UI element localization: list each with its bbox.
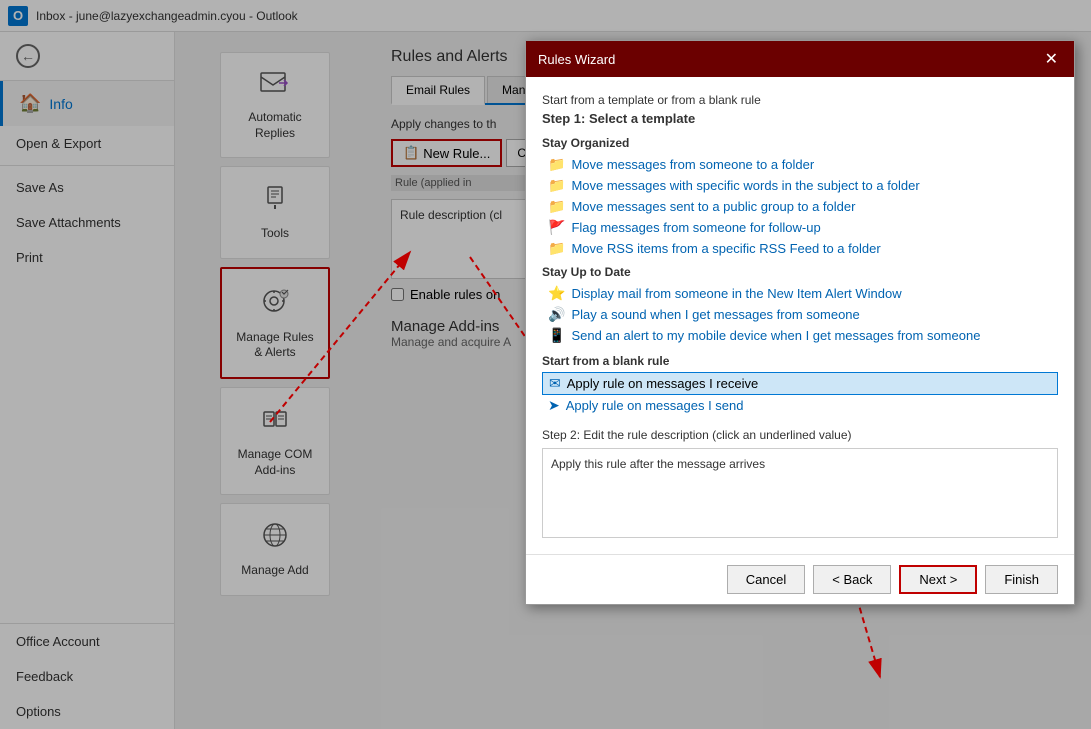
stay-uptodate-title: Stay Up to Date	[542, 265, 1058, 279]
template-item-text-0-2: Move messages sent to a public group to …	[571, 199, 855, 214]
template-item-text-1-1: Play a sound when I get messages from so…	[571, 307, 859, 322]
template-item-1-0[interactable]: ⭐ Display mail from someone in the New I…	[542, 283, 1058, 304]
finish-button[interactable]: Finish	[985, 565, 1058, 594]
template-item-text-0-3: Flag messages from someone for follow-up	[571, 220, 820, 235]
template-item-0-3[interactable]: 🚩 Flag messages from someone for follow-…	[542, 217, 1058, 238]
wizard-body: Start from a template or from a blank ru…	[526, 77, 1074, 554]
template-item-text-1-0: Display mail from someone in the New Ite…	[571, 286, 901, 301]
template-item-0-0[interactable]: 📁 Move messages from someone to a folder	[542, 154, 1058, 175]
stay-uptodate-section: Stay Up to Date ⭐ Display mail from some…	[542, 265, 1058, 346]
star-icon: ⭐	[548, 285, 565, 302]
template-item-2-0[interactable]: ✉ Apply rule on messages I receive	[542, 372, 1058, 395]
template-item-text-2-1: Apply rule on messages I send	[566, 398, 744, 413]
stay-organized-title: Stay Organized	[542, 136, 1058, 150]
rules-wizard-dialog: Rules Wizard ✕ Start from a template or …	[525, 40, 1075, 605]
template-item-text-0-4: Move RSS items from a specific RSS Feed …	[571, 241, 880, 256]
template-item-0-1[interactable]: 📁 Move messages with specific words in t…	[542, 175, 1058, 196]
envelope-icon: ✉	[549, 375, 561, 392]
blank-rule-title: Start from a blank rule	[542, 354, 1058, 368]
stay-organized-section: Stay Organized 📁 Move messages from some…	[542, 136, 1058, 259]
wizard-title: Rules Wizard	[538, 52, 615, 67]
flag-icon: 🚩	[548, 219, 565, 236]
send-icon: ➤	[548, 397, 560, 414]
template-item-1-2[interactable]: 📱 Send an alert to my mobile device when…	[542, 325, 1058, 346]
folder-icon-2: 📁	[548, 198, 565, 215]
template-item-0-2[interactable]: 📁 Move messages sent to a public group t…	[542, 196, 1058, 217]
next-button[interactable]: Next >	[899, 565, 977, 594]
sound-icon: 🔊	[548, 306, 565, 323]
template-item-text-0-0: Move messages from someone to a folder	[571, 157, 814, 172]
template-item-2-1[interactable]: ➤ Apply rule on messages I send	[542, 395, 1058, 416]
blank-rule-section: Start from a blank rule ✉ Apply rule on …	[542, 354, 1058, 416]
template-item-text-2-0: Apply rule on messages I receive	[567, 376, 758, 391]
wizard-footer: Cancel < Back Next > Finish	[526, 554, 1074, 604]
wizard-subtitle: Start from a template or from a blank ru…	[542, 93, 1058, 107]
wizard-step1-label: Step 1: Select a template	[542, 111, 1058, 126]
mobile-icon: 📱	[548, 327, 565, 344]
step2-label: Step 2: Edit the rule description (click…	[542, 428, 1058, 442]
folder-icon-0: 📁	[548, 156, 565, 173]
cancel-button[interactable]: Cancel	[727, 565, 805, 594]
folder-icon-1: 📁	[548, 177, 565, 194]
wizard-title-bar: Rules Wizard ✕	[526, 41, 1074, 77]
template-item-text-1-2: Send an alert to my mobile device when I…	[571, 328, 980, 343]
step2-box: Apply this rule after the message arrive…	[542, 448, 1058, 538]
wizard-close-button[interactable]: ✕	[1041, 49, 1062, 69]
template-item-1-1[interactable]: 🔊 Play a sound when I get messages from …	[542, 304, 1058, 325]
template-item-0-4[interactable]: 📁 Move RSS items from a specific RSS Fee…	[542, 238, 1058, 259]
template-item-text-0-1: Move messages with specific words in the…	[571, 178, 919, 193]
back-button[interactable]: < Back	[813, 565, 891, 594]
rss-icon: 📁	[548, 240, 565, 257]
